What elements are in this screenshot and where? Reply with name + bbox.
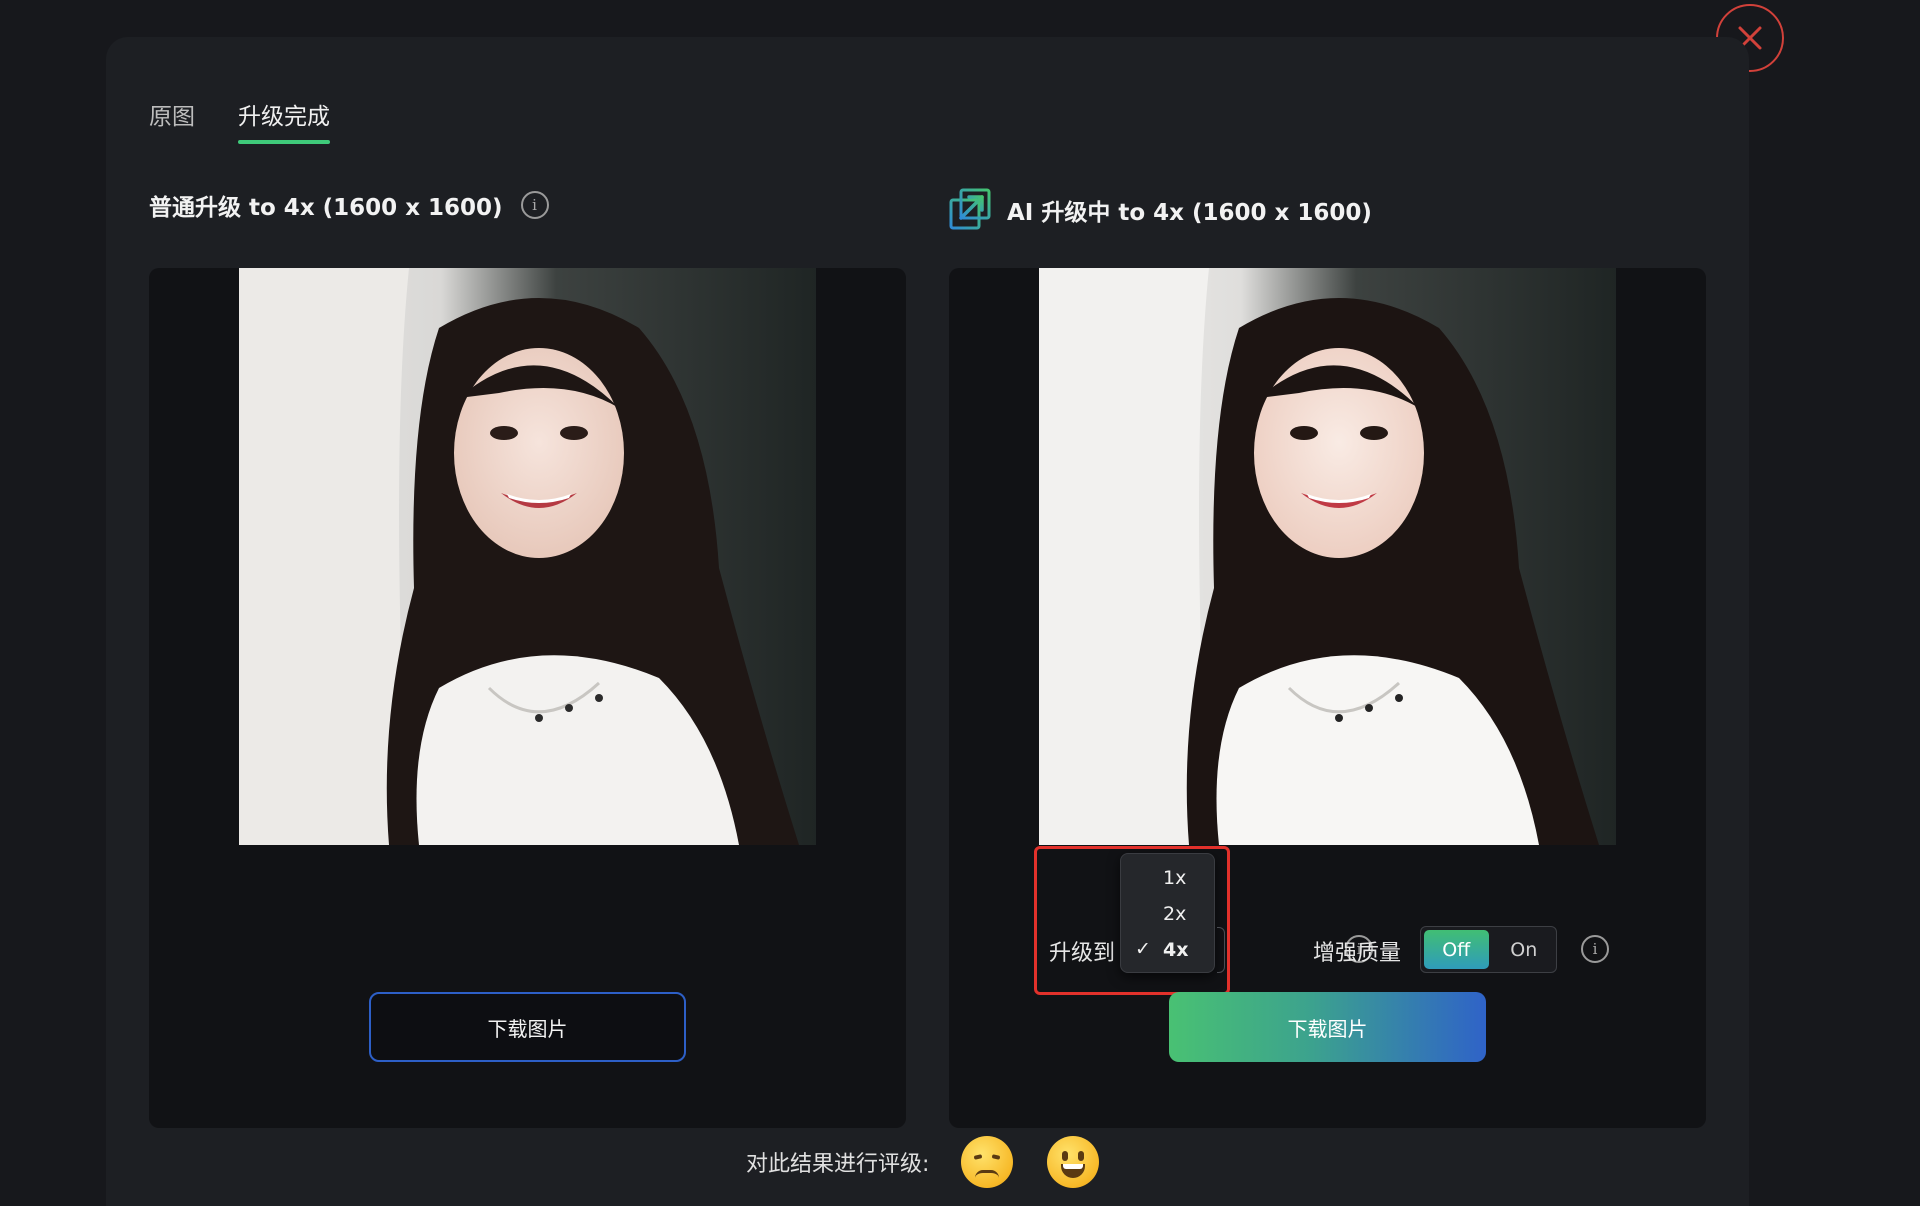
standard-upscale-title-text: 普通升级 to 4x (1600 x 1600) [149, 195, 503, 221]
toggle-on-option[interactable]: On [1492, 927, 1557, 972]
tab-upscaled[interactable]: 升级完成 [238, 97, 330, 144]
scale-option-1x[interactable]: 1x [1121, 861, 1216, 895]
standard-upscale-title: 普通升级 to 4x (1600 x 1600) i [149, 188, 549, 222]
rating-row: 对此结果进行评级: [746, 1136, 1133, 1188]
scale-option-4x[interactable]: ✓ 4x [1121, 933, 1216, 967]
ai-upscale-title-text: AI 升级中 to 4x (1600 x 1600) [1007, 200, 1372, 226]
checkmark-icon: ✓ [1135, 938, 1151, 960]
scale-option-2x[interactable]: 2x [1121, 897, 1216, 931]
toggle-off-option[interactable]: Off [1424, 930, 1489, 969]
ai-upscaled-image [1039, 268, 1616, 845]
info-icon[interactable]: i [1581, 935, 1609, 963]
standard-upscale-panel: 下载图片 [149, 268, 906, 1128]
standard-upscaled-image [239, 268, 816, 845]
rating-label: 对此结果进行评级: [746, 1152, 930, 1177]
tab-bar: 原图 升级完成 [149, 97, 330, 144]
grinning-face-emoji[interactable] [1047, 1136, 1100, 1188]
ai-upscale-panel: 升级到 1x 2x ✓ 4x i 增强质量 Off On i 下载图片 [949, 268, 1706, 1128]
download-standard-button[interactable]: 下载图片 [369, 992, 686, 1062]
scale-dropdown-menu[interactable]: 1x 2x ✓ 4x [1120, 853, 1215, 973]
enhance-quality-toggle[interactable]: Off On [1420, 926, 1557, 973]
info-icon[interactable]: i [520, 191, 549, 219]
upgrade-to-label: 升级到 [1049, 941, 1116, 966]
ai-upscale-title: AI 升级中 to 4x (1600 x 1600) [949, 188, 1372, 232]
upscale-arrow-icon [949, 188, 991, 230]
sad-face-emoji[interactable] [961, 1136, 1014, 1188]
upscale-modal: 原图 升级完成 普通升级 to 4x (1600 x 1600) i AI 升级… [106, 37, 1749, 1206]
enhance-quality-label: 增强质量 [1313, 941, 1402, 966]
scale-select[interactable] [1217, 927, 1225, 973]
tab-original[interactable]: 原图 [149, 97, 195, 139]
download-ai-button[interactable]: 下载图片 [1169, 992, 1486, 1062]
